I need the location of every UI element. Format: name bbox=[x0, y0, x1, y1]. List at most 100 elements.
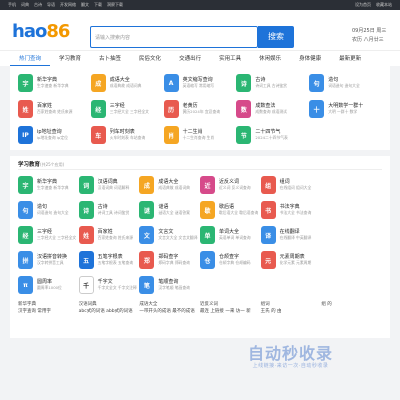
top-nav-link[interactable]: 古诗 bbox=[34, 2, 42, 8]
app-card[interactable]: 组组词 在线组词 组词大全 bbox=[260, 174, 322, 196]
app-card[interactable]: 译在线翻译 在线翻译 中英翻译 bbox=[260, 224, 322, 246]
app-card[interactable]: 单单词大全 英语单词 单词查询 bbox=[200, 224, 261, 246]
app-icon: 字 bbox=[18, 176, 33, 194]
app-card[interactable]: 句造句 词语造句 造句大全 bbox=[18, 199, 79, 221]
app-desc: 圆周率1000位 bbox=[37, 285, 62, 290]
app-card[interactable]: A 英文缩写查询 英语缩写 常用缩写 bbox=[163, 72, 237, 94]
app-text: 谜语 谜语大全 谜语答案 bbox=[158, 204, 190, 216]
app-card[interactable] bbox=[321, 174, 382, 196]
app-text: 列车时刻表 火车时刻表 车站查询 bbox=[110, 129, 145, 141]
app-card[interactable]: 经三字经 三字经大全 三字经全文 bbox=[90, 98, 164, 120]
bottom-link[interactable]: 组词 bbox=[261, 301, 322, 308]
app-text: 组词 在线组词 组词大全 bbox=[280, 179, 312, 191]
app-card[interactable]: 拼汉语拼音转换 汉字转拼音工具 bbox=[18, 249, 79, 271]
app-card[interactable]: 书书法字典 书法大全 书法查询 bbox=[260, 199, 322, 221]
app-card[interactable] bbox=[321, 249, 382, 271]
app-desc: 词语造句 造句大全 bbox=[37, 210, 69, 215]
app-card[interactable]: 成成语大全 成语典故 成语词典 bbox=[139, 174, 200, 196]
app-card[interactable]: 肖十二生肖 十二生肖查询 生肖 bbox=[163, 124, 237, 146]
app-text: 千字文 千字文全文 千字文注释 bbox=[98, 279, 137, 291]
app-desc: ip地址查询 ip定位 bbox=[37, 135, 68, 140]
tab-4[interactable]: 交通出行 bbox=[170, 51, 210, 66]
app-card[interactable]: 谜谜语 谜语大全 谜语答案 bbox=[139, 199, 200, 221]
app-card[interactable]: 千千字文 千字文全文 千字文注释 bbox=[78, 274, 140, 296]
app-icon: 拼 bbox=[18, 251, 33, 269]
app-card[interactable]: 元元素周期表 化学元素 元素周期 bbox=[260, 249, 322, 271]
tab-6[interactable]: 休闲娱乐 bbox=[250, 51, 290, 66]
app-card[interactable]: 句造句 词语造句 造句大全 bbox=[309, 72, 382, 94]
search-button[interactable]: 搜索 bbox=[258, 26, 294, 48]
app-icon: 仓 bbox=[200, 251, 215, 269]
app-text: 三字经 三字经大全 三字经全文 bbox=[110, 103, 149, 115]
bottom-link[interactable]: 一带开头的成语 最不的成语 bbox=[139, 308, 200, 315]
top-nav-link[interactable]: 手机 bbox=[8, 2, 16, 8]
app-card[interactable]: 五五笔字根表 五笔字根表 五笔查询 bbox=[78, 249, 140, 271]
site-logo[interactable]: hao86 bbox=[12, 21, 70, 42]
app-desc: 千字文全文 千字文注释 bbox=[97, 285, 137, 290]
tab-1[interactable]: 学习教育 bbox=[50, 51, 90, 66]
app-desc: 书法大全 书法查询 bbox=[279, 210, 312, 215]
bottom-link[interactable]: 汉语词典 bbox=[79, 301, 140, 308]
top-right-link[interactable]: 收藏本站 bbox=[376, 2, 392, 8]
app-card[interactable]: 诗古诗 诗词工具 古诗鉴赏 bbox=[236, 72, 309, 94]
top-nav-link[interactable]: 开发网络 bbox=[60, 2, 76, 8]
top-nav-link[interactable]: 词典 bbox=[21, 2, 29, 8]
tab-8[interactable]: 最新更新 bbox=[330, 51, 370, 66]
app-desc: 百家姓查询 姓氏来源 bbox=[97, 235, 134, 240]
tab-5[interactable]: 实用工具 bbox=[210, 51, 250, 66]
app-text: 新华字典 生字速查 新华字典 bbox=[37, 179, 69, 191]
app-card[interactable]: 仓仓颉查字 仓颉字典 仓颉编码 bbox=[200, 249, 261, 271]
app-card[interactable]: 诗古诗 诗词工具 诗词鉴赏 bbox=[78, 199, 140, 221]
top-nav-link[interactable]: 导语 bbox=[47, 2, 55, 8]
tab-2[interactable]: 古卜抽签 bbox=[90, 51, 130, 66]
app-icon: 元 bbox=[260, 251, 276, 269]
app-desc: 生字速查 新华字典 bbox=[37, 83, 69, 88]
app-card[interactable]: 词汉语词典 汉语词典 词语解释 bbox=[78, 174, 140, 196]
app-icon: 译 bbox=[260, 226, 276, 244]
app-card[interactable]: 字新华字典 生字速查 新华字典 bbox=[18, 72, 91, 94]
app-card[interactable]: 郑郑码查字 郑码字典 郑码查询 bbox=[139, 249, 200, 271]
bottom-link[interactable]: 近反义词 bbox=[200, 301, 261, 308]
app-card[interactable]: 历老黄历 黄历2024年 宜忌查询 bbox=[163, 98, 237, 120]
app-card[interactable]: 节二十四节气 2024二十四节气表 bbox=[236, 124, 309, 146]
app-text: 汉语拼音转换 汉字转拼音工具 bbox=[37, 254, 67, 266]
bottom-link[interactable]: 王氏 的 由 bbox=[261, 308, 322, 315]
app-icon: 字 bbox=[18, 74, 33, 92]
app-desc: 五笔字根表 五笔查询 bbox=[97, 260, 134, 265]
top-nav-link[interactable]: 下载 bbox=[94, 2, 102, 8]
app-card[interactable]: 车列车时刻表 火车时刻表 车站查询 bbox=[90, 124, 164, 146]
app-card[interactable]: IP ip地址查询 ip地址查询 ip定位 bbox=[18, 124, 91, 146]
bottom-link[interactable]: 组 的 bbox=[321, 301, 382, 308]
app-card[interactable] bbox=[321, 199, 382, 221]
app-desc: 谜语大全 谜语答案 bbox=[158, 210, 190, 215]
app-card[interactable]: 笔笔顺查询 汉字笔顺 笔画查询 bbox=[139, 274, 200, 296]
bottom-link[interactable]: 汉字查询 常用字 bbox=[18, 308, 79, 315]
search-input[interactable]: 请输入搜索内容 bbox=[90, 26, 258, 48]
tab-3[interactable]: 民俗文化 bbox=[130, 51, 170, 66]
app-card[interactable]: 姓百家姓 百家姓查询 姓氏来源 bbox=[18, 98, 91, 120]
tab-0[interactable]: 热门查询 bbox=[10, 51, 51, 66]
bottom-column: 近反义词 最连 上链接 一来 访一 新 bbox=[200, 301, 261, 338]
app-card[interactable]: 姓百家姓 百家姓查询 姓氏来源 bbox=[78, 224, 140, 246]
app-card[interactable]: 近近反义词 近义词 反义词查询 bbox=[200, 174, 261, 196]
top-right-link[interactable]: 设为首页 bbox=[355, 2, 371, 8]
app-card[interactable]: 成成语大全 成语典故 成语词典 bbox=[90, 72, 164, 94]
app-card[interactable]: 文文言文 文言文大全 文言文翻译 bbox=[139, 224, 200, 246]
app-card[interactable]: 经三字经 三字经大全 三字经全文 bbox=[18, 224, 79, 246]
bottom-link[interactable]: 新华字典 bbox=[18, 301, 79, 308]
top-nav-link[interactable]: 洞察下载 bbox=[107, 2, 123, 8]
app-desc: 汉语词典 词语解释 bbox=[97, 185, 130, 190]
bottom-link[interactable]: abc式的词语 abb式的词语 bbox=[79, 308, 140, 315]
tab-7[interactable]: 身体健康 bbox=[290, 51, 330, 66]
app-icon: 姓 bbox=[18, 100, 33, 118]
top-nav-link[interactable]: 翻文 bbox=[81, 2, 89, 8]
app-card[interactable]: 数成数查法 成数查询 成语测试 bbox=[236, 98, 309, 120]
app-icon: 成 bbox=[90, 74, 106, 92]
bottom-link[interactable]: 最连 上链接 一来 访一 新 bbox=[200, 308, 261, 315]
app-card[interactable] bbox=[321, 224, 382, 246]
app-card[interactable]: 十大明数学一群十 大明 一群十 数学 bbox=[309, 98, 382, 120]
bottom-link[interactable]: 成语大全 bbox=[139, 301, 200, 308]
app-card[interactable]: 歇歇后语 歇后语大全 歇后语查询 bbox=[200, 199, 261, 221]
app-card[interactable]: 字新华字典 生字速查 新华字典 bbox=[18, 174, 79, 196]
app-card[interactable]: π 圆周率 圆周率1000位 bbox=[18, 274, 79, 296]
